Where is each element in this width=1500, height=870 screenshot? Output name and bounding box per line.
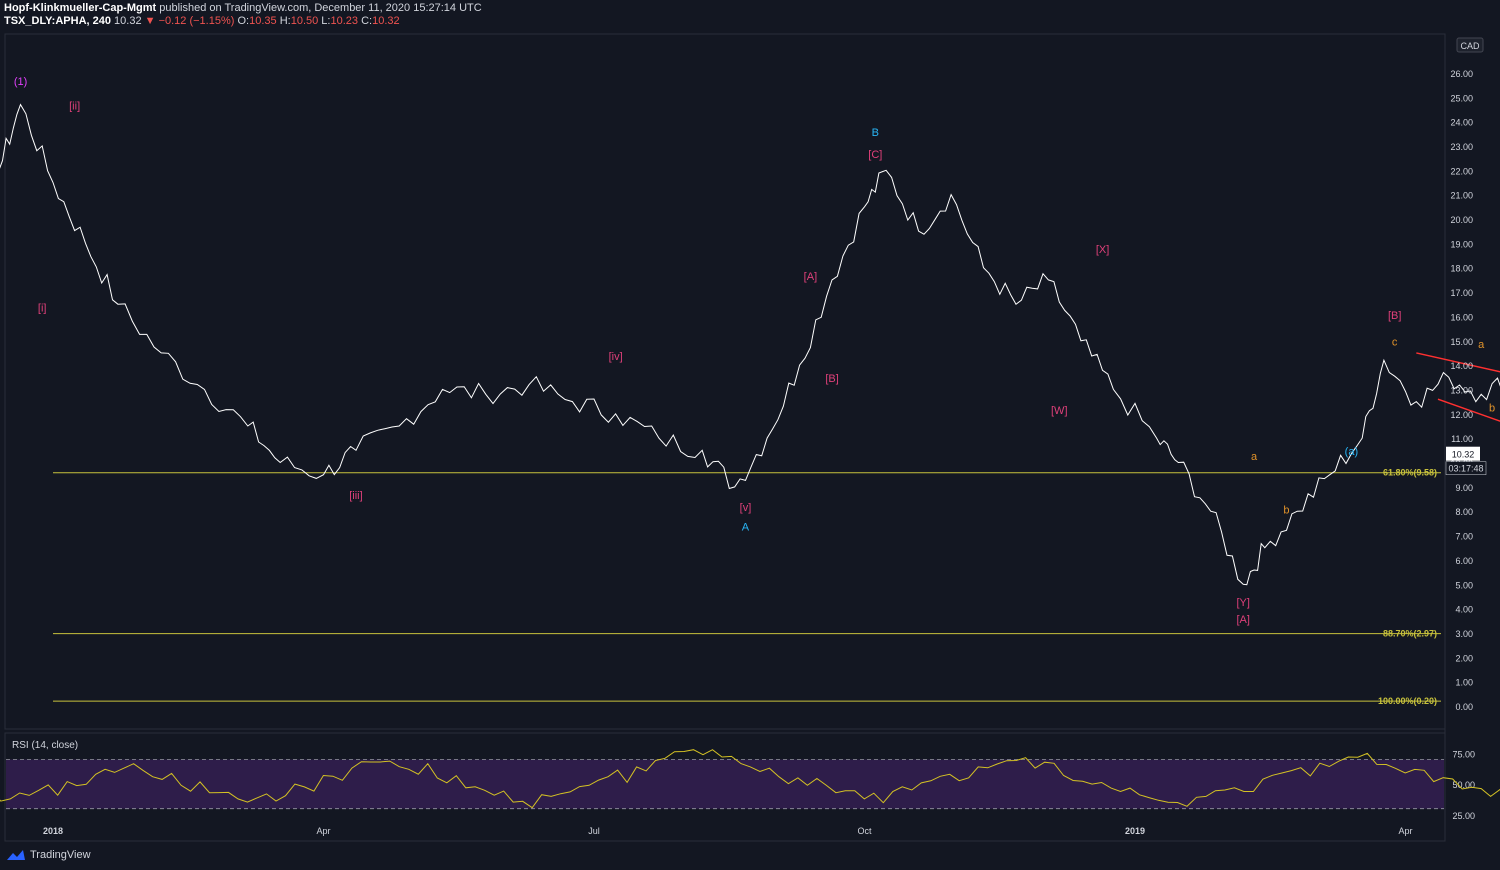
wave-label: [Y] — [1236, 597, 1249, 609]
y-tick-label: 13.00 — [1450, 385, 1473, 395]
x-tick-label: 2018 — [43, 826, 63, 836]
x-tick-label: Jul — [588, 826, 600, 836]
wave-label: [A] — [804, 271, 817, 283]
y-tick-label: 5.00 — [1455, 580, 1473, 590]
x-tick-label: Oct — [857, 826, 872, 836]
rsi-tick-label: 75.00 — [1452, 749, 1475, 759]
y-tick-label: 20.00 — [1450, 215, 1473, 225]
wave-label: a — [1251, 451, 1258, 463]
tradingview-footer[interactable]: TradingView — [6, 848, 91, 862]
y-tick-label: 11.00 — [1451, 434, 1473, 444]
fib-level-label: 61.80%(9.58) — [1383, 468, 1437, 478]
y-tick-label: 17.00 — [1450, 288, 1473, 298]
y-tick-label: 24.00 — [1450, 118, 1473, 128]
wave-label: b — [1489, 402, 1495, 414]
wave-label: A — [742, 522, 750, 534]
y-tick-label: 1.00 — [1455, 678, 1473, 688]
wave-label: (1) — [14, 76, 27, 88]
y-tick-label: 23.00 — [1450, 142, 1473, 152]
footer-brand: TradingView — [30, 849, 91, 861]
wave-label: [v] — [740, 502, 752, 514]
currency-label: CAD — [1460, 41, 1480, 51]
main-pane-frame — [4, 33, 1446, 730]
wave-label: [X] — [1096, 244, 1109, 256]
y-tick-label: 14.00 — [1450, 361, 1473, 371]
countdown-text: 03:17:48 — [1448, 464, 1483, 474]
y-tick-label: 19.00 — [1450, 239, 1473, 249]
wave-label: [i] — [38, 303, 47, 315]
y-tick-label: 21.00 — [1450, 191, 1473, 201]
wave-label: a — [1478, 339, 1485, 351]
wave-label: c — [1392, 337, 1398, 349]
price-chart[interactable]: 61.80%(9.58)88.70%(2.97)100.00%(0.20)278… — [0, 0, 1500, 870]
y-tick-label: 25.00 — [1450, 93, 1473, 103]
wave-label: B — [872, 127, 879, 139]
y-tick-label: 22.00 — [1450, 166, 1473, 176]
y-tick-label: 6.00 — [1455, 556, 1473, 566]
y-tick-label: 16.00 — [1450, 312, 1473, 322]
x-tick-label: Apr — [1398, 826, 1412, 836]
y-tick-label: 15.00 — [1450, 337, 1473, 347]
last-price-tag-text: 10.32 — [1452, 450, 1475, 460]
y-tick-label: 7.00 — [1455, 532, 1473, 542]
rsi-label[interactable]: RSI (14, close) — [12, 740, 78, 751]
price-series-line — [0, 103, 1500, 586]
rsi-band — [6, 759, 1444, 809]
y-tick-label: 2.00 — [1455, 653, 1473, 663]
wave-label: [W] — [1051, 405, 1068, 417]
wave-label: b — [1283, 505, 1289, 517]
x-tick-label: 2019 — [1125, 826, 1145, 836]
rsi-tick-label: 25.00 — [1452, 811, 1475, 821]
wave-label: [iv] — [609, 351, 623, 363]
x-tick-label: Apr — [316, 826, 330, 836]
tradingview-logo-icon — [7, 850, 25, 860]
wave-label: [ii] — [69, 100, 80, 112]
y-tick-label: 0.00 — [1455, 702, 1473, 712]
y-tick-label: 3.00 — [1455, 629, 1473, 639]
y-tick-label: 12.00 — [1450, 410, 1473, 420]
y-tick-label: 8.00 — [1455, 507, 1473, 517]
wave-label: (a) — [1345, 446, 1358, 458]
y-tick-label: 9.00 — [1455, 483, 1473, 493]
wave-label: [A] — [1236, 614, 1249, 626]
wave-label: [C] — [868, 149, 882, 161]
wave-label: [B] — [825, 373, 838, 385]
y-tick-label: 26.00 — [1450, 69, 1473, 79]
wave-label: [B] — [1388, 310, 1401, 322]
wave-label: [iii] — [349, 490, 362, 502]
fib-level-label: 100.00%(0.20) — [1378, 696, 1437, 706]
fib-level-label: 88.70%(2.97) — [1383, 629, 1437, 639]
y-tick-label: 4.00 — [1455, 605, 1473, 615]
y-tick-label: 18.00 — [1450, 264, 1473, 274]
